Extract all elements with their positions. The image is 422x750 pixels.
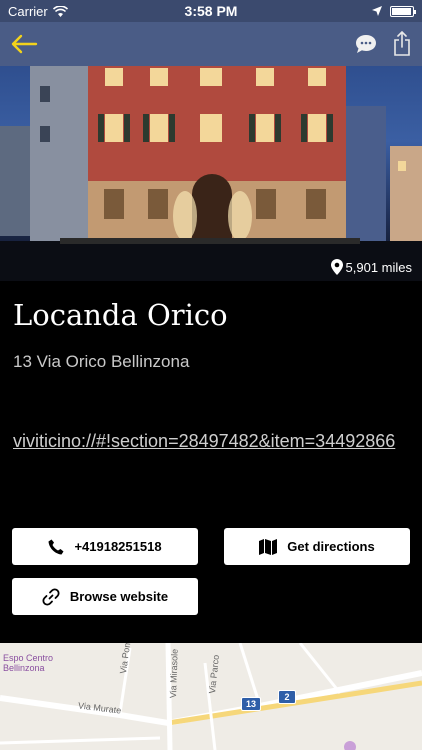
call-button[interactable]: +41918251518 [12,528,198,565]
wifi-icon [52,5,68,17]
call-button-label: +41918251518 [74,539,162,554]
map-icon [259,538,278,555]
arrow-left-icon[interactable] [10,33,38,55]
status-bar: Carrier 3:58 PM [0,0,422,22]
carrier-label: Carrier [8,3,48,19]
get-directions-label: Get directions [287,539,375,554]
road-badge: 2 [278,690,296,704]
place-address: 13 Via Orico Bellinzona [13,352,190,371]
map-poi-label: Espo Centro Bellinzona [3,653,54,673]
distance-indicator: 5,901 miles [330,259,412,275]
map-street-label: Via Mirasole [168,648,180,699]
nav-bar [0,22,422,66]
chat-bubble-icon[interactable] [354,33,378,55]
building-illustration [0,66,422,281]
battery-icon [390,5,416,17]
get-directions-button[interactable]: Get directions [224,528,410,565]
map-pin-icon [330,259,343,275]
road-badge: 13 [241,697,261,711]
phone-icon [48,539,64,554]
location-map[interactable]: Espo Centro Bellinzona Via Pometta Via M… [0,643,422,750]
location-arrow-icon [372,6,382,16]
browse-website-label: Browse website [69,589,169,604]
link-icon [42,587,60,606]
distance-label: 5,901 miles [345,259,412,275]
hotel-photo: 5,901 miles [0,66,422,281]
app-link[interactable]: viviticino://#!section=28497482&item=344… [13,430,408,453]
browse-website-button[interactable]: Browse website [12,578,198,615]
place-title: Locanda Orico [13,298,228,332]
share-icon[interactable] [392,31,412,57]
